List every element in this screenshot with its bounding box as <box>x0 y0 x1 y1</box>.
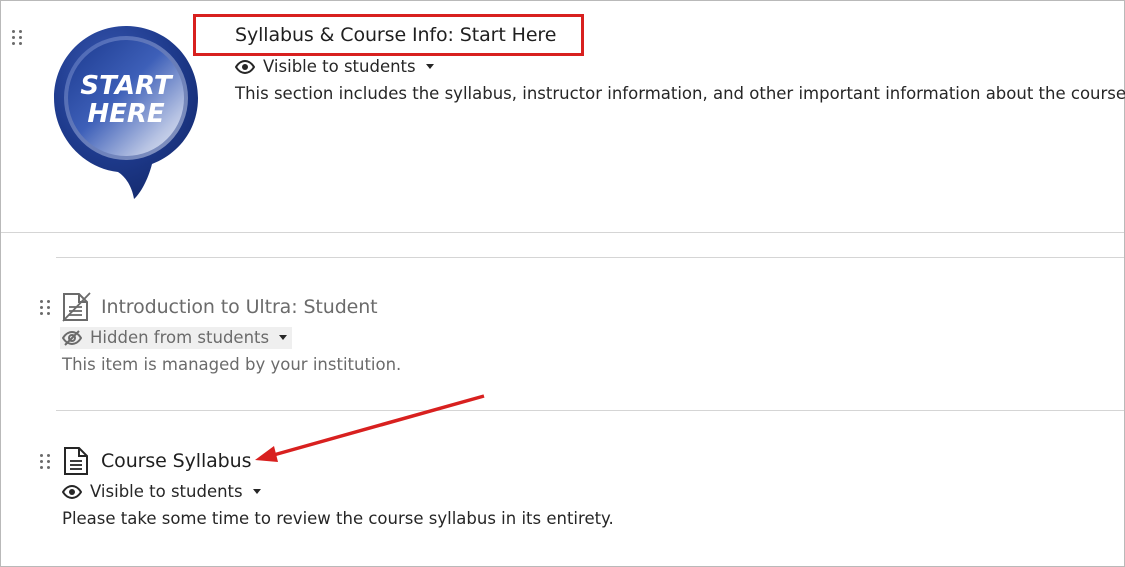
section-divider <box>1 232 1124 233</box>
content-item-title[interactable]: Introduction to Ultra: Student <box>101 296 378 318</box>
annotation-arrow <box>255 394 485 462</box>
eye-icon <box>235 59 255 74</box>
visibility-dropdown[interactable]: Visible to students <box>62 482 261 501</box>
visibility-label: Visible to students <box>90 482 243 501</box>
chevron-down-icon <box>425 64 434 69</box>
eye-icon <box>62 484 82 499</box>
visibility-dropdown[interactable]: Hidden from students <box>62 328 288 347</box>
item-description: This item is managed by your institution… <box>62 355 402 374</box>
chevron-down-icon <box>252 489 261 494</box>
drag-handle[interactable] <box>40 300 51 316</box>
document-hidden-icon <box>62 292 91 322</box>
drag-handle[interactable] <box>12 30 23 46</box>
drag-handle[interactable] <box>40 454 51 470</box>
item-divider <box>56 410 1124 411</box>
badge-text-here: HERE <box>87 99 165 129</box>
eye-slash-icon <box>62 329 82 346</box>
folder-title[interactable]: Syllabus & Course Info: Start Here <box>235 24 556 46</box>
content-item-title[interactable]: Course Syllabus <box>101 450 251 472</box>
item-divider <box>56 257 1124 258</box>
start-here-badge-image: START HERE <box>54 26 198 199</box>
badge-text-start: START <box>80 71 173 101</box>
visibility-label: Visible to students <box>263 57 416 76</box>
visibility-label: Hidden from students <box>90 328 270 347</box>
document-icon <box>64 447 88 475</box>
item-description: Please take some time to review the cour… <box>62 509 614 528</box>
chevron-down-icon <box>279 335 288 340</box>
visibility-dropdown[interactable]: Visible to students <box>235 57 434 76</box>
folder-description: This section includes the syllabus, inst… <box>235 84 1125 103</box>
